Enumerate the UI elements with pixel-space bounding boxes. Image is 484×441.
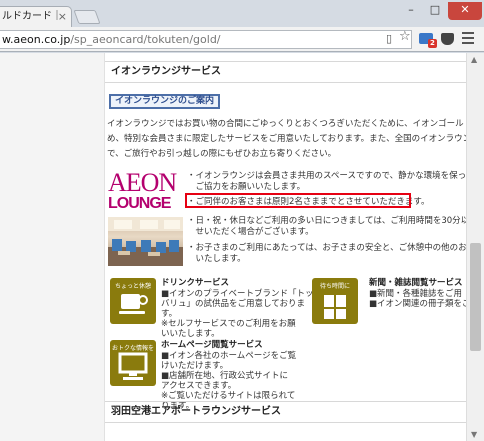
- next-section-title: 羽田空港エアポートラウンジサービス: [105, 401, 466, 423]
- icon-caption: 待ち時間に: [319, 283, 350, 290]
- lounge-photo: [108, 217, 183, 266]
- maximize-button[interactable]: □: [424, 2, 446, 20]
- menu-icon[interactable]: [462, 32, 474, 46]
- newspaper-icon: 待ち時間に: [312, 278, 358, 324]
- url-path: /sp_aeoncard/tokuten/gold/: [70, 33, 221, 46]
- note-line: いたします。: [187, 254, 246, 264]
- computer-monitor-icon: おトクな情報を: [110, 340, 156, 386]
- new-tab-button[interactable]: [73, 10, 101, 24]
- feature-line: ※ご覧いただけるサイトは限られて: [161, 391, 296, 401]
- highlight-box: [185, 193, 411, 208]
- note-line: ・お子さまのご利用にあたっては、お子さまの安全と、ご休憩中の他のお客さま: [187, 243, 466, 253]
- close-window-button[interactable]: ✕: [448, 2, 482, 20]
- browser-tab[interactable]: ルドカード｜ ×: [0, 6, 72, 28]
- drink-service-title: ドリンクサービス: [161, 278, 230, 288]
- page-content: イオンラウンジサービス イオンラウンジのご案内 イオンラウンジではお買い物の合間…: [104, 53, 466, 441]
- vertical-scrollbar[interactable]: ▲ ▼: [466, 53, 484, 441]
- pocket-extension-icon[interactable]: [441, 33, 454, 45]
- newspaper-service-title: 新聞・雑誌閲覧サービス: [369, 278, 463, 288]
- feature-line: ■店舗所在地、行政公式サイトに: [161, 371, 289, 381]
- minimize-button[interactable]: –: [400, 2, 422, 20]
- browser-chrome: ルドカード｜ × – □ ✕ w.aeon.co.jp/sp_aeoncard/…: [0, 0, 484, 53]
- note-line: ご協力をお願いいたします。: [187, 182, 306, 192]
- note-line: ・日・祝・休日などご利用の多い日につきましては、ご利用時間を30分以内に: [187, 216, 466, 226]
- page-viewport: イオンラウンジサービス イオンラウンジのご案内 イオンラウンジではお買い物の合間…: [0, 53, 466, 441]
- feature-line: いいたします。: [161, 329, 220, 339]
- mail-badge: 2: [428, 39, 437, 48]
- icon-caption: おトクな情報を: [111, 345, 154, 352]
- scroll-up-icon[interactable]: ▲: [471, 55, 477, 64]
- address-bar[interactable]: w.aeon.co.jp/sp_aeoncard/tokuten/gold/: [0, 30, 412, 49]
- note-line: ・イオンラウンジは会員さま共用のスペースですので、静かな環境を保っていた: [187, 171, 466, 181]
- lounge-guide-button[interactable]: イオンラウンジのご案内: [109, 94, 221, 109]
- intro-paragraph: イオンラウンジではお買い物の合間にごゆっくりとおくつろぎいただくために、イオンゴ…: [107, 117, 466, 162]
- logo-aeon-text: AEON: [108, 168, 177, 197]
- tab-title: ルドカード｜: [2, 11, 62, 22]
- section-title: イオンラウンジサービス: [105, 61, 466, 83]
- intro-line: め、特別な会員さまに限定したサービスをご用意いたしております。また、全国のイオン…: [107, 134, 466, 144]
- page-icon[interactable]: ▯: [386, 31, 392, 47]
- aeon-lounge-logo: AEON LOUNGE: [108, 168, 182, 212]
- feature-line: ※セルフサービスでのご利用をお願: [161, 319, 296, 329]
- feature-line: ■イオン関連の冊子類をご: [369, 299, 466, 309]
- star-icon[interactable]: ☆: [399, 29, 411, 45]
- toolbar: w.aeon.co.jp/sp_aeoncard/tokuten/gold/ ▯…: [0, 27, 484, 52]
- feature-line: ■イオン各社のホームページをご覧: [161, 351, 297, 361]
- url-host: w.aeon.co.jp: [2, 33, 71, 46]
- intro-line: イオンラウンジではお買い物の合間にごゆっくりとおくつろぎいただくために、イオンゴ…: [107, 119, 466, 129]
- icon-caption: ちょっと休憩: [114, 283, 151, 290]
- coffee-cup-icon: ちょっと休憩: [110, 278, 156, 324]
- feature-line: バリュ」の試供品をご用意しておりま: [161, 299, 305, 309]
- feature-line: アクセスできます。: [161, 381, 237, 391]
- feature-line: けいただけます。: [161, 361, 229, 371]
- note-line: せいただく場合がございます。: [187, 227, 314, 237]
- intro-line: で、ご旅行やお引っ越しの際にもぜひお立ち寄りください。: [107, 149, 337, 159]
- homepage-service-title: ホームページ閲覧サービス: [161, 340, 263, 350]
- tab-close-icon[interactable]: ×: [58, 7, 67, 27]
- scroll-thumb[interactable]: [470, 243, 481, 351]
- logo-lounge-text: LOUNGE: [108, 195, 171, 212]
- feature-line: ■新聞・各種雑誌をご用: [369, 289, 463, 299]
- scroll-down-icon[interactable]: ▼: [471, 430, 477, 439]
- feature-line: す。: [161, 309, 178, 319]
- feature-line: ■イオンのプライベートブランド「トップ: [161, 289, 323, 299]
